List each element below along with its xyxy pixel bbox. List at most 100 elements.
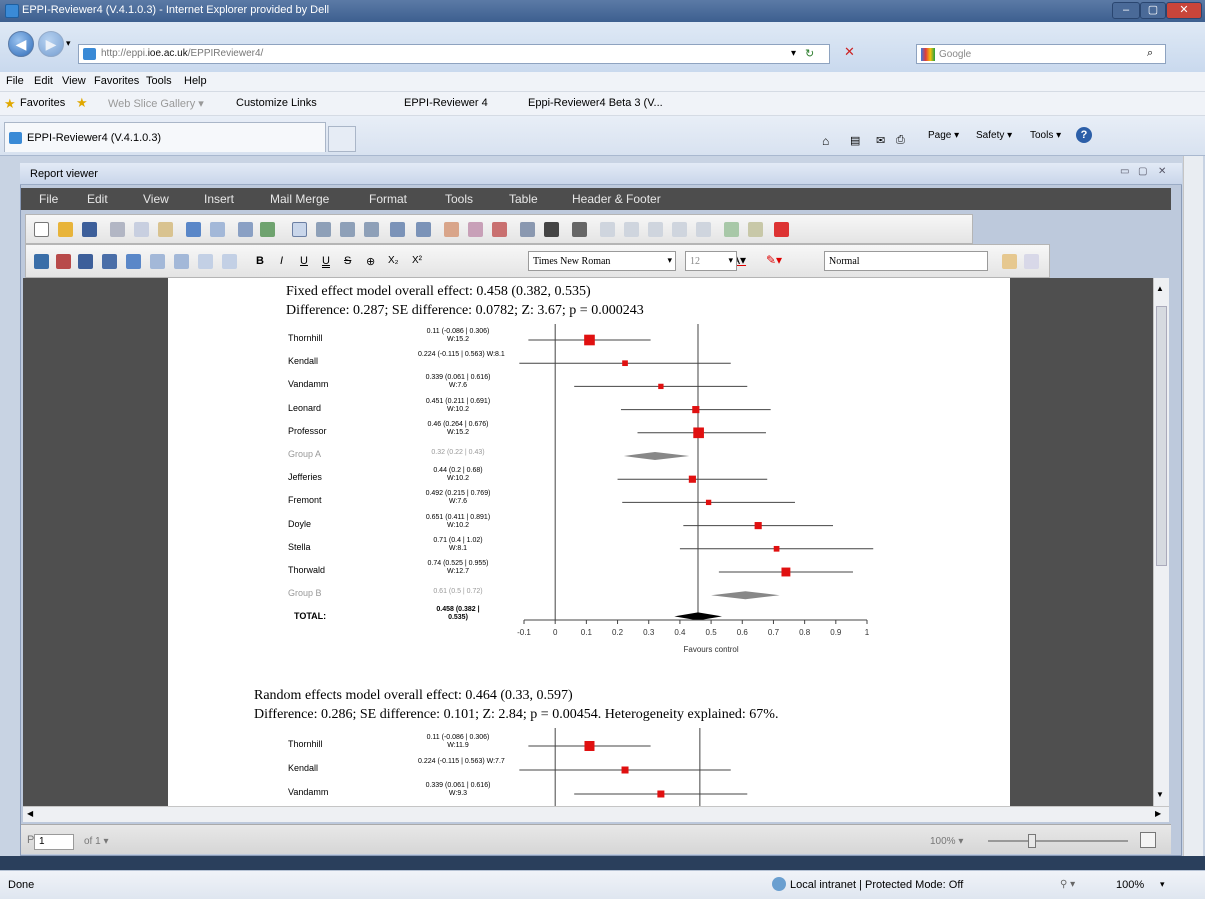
rv-menu-tools[interactable]: Tools (445, 192, 473, 206)
scroll-left-icon[interactable]: ◀ (27, 809, 33, 818)
rv-menu-view[interactable]: View (143, 192, 169, 206)
status-zoom[interactable]: 100% (1116, 879, 1144, 891)
rv-minimize-icon[interactable]: ▭ (1120, 166, 1129, 177)
vertical-scroll-thumb[interactable] (1156, 306, 1167, 566)
close-button[interactable]: ✕ (1166, 2, 1202, 19)
print-icon[interactable]: ⎙ (896, 134, 905, 147)
history-dropdown-icon[interactable]: ▾ (66, 38, 71, 49)
protected-mode-icon[interactable]: ⚲ ▾ (1060, 879, 1075, 890)
find-icon[interactable] (260, 222, 275, 237)
spelling-icon[interactable] (34, 254, 49, 269)
copy-icon[interactable] (134, 222, 149, 237)
size-dropdown-icon[interactable]: ▾ (728, 255, 733, 266)
scroll-up-icon[interactable]: ▲ (1156, 284, 1164, 293)
numbering-icon[interactable] (444, 222, 459, 237)
redo-icon[interactable] (210, 222, 225, 237)
rv-menu-format[interactable]: Format (369, 192, 407, 206)
columns-icon[interactable] (572, 222, 587, 237)
stop-icon[interactable]: ✕ (844, 44, 855, 60)
favorites-button[interactable]: Favorites (20, 97, 65, 109)
indent-increase-icon[interactable] (416, 222, 431, 237)
fav-eppi-beta[interactable]: Eppi-Reviewer4 Beta 3 (V... (528, 97, 663, 109)
scroll-right-icon[interactable]: ▶ (1155, 809, 1161, 818)
table-insert-icon[interactable] (600, 222, 615, 237)
footer-icon[interactable] (174, 254, 189, 269)
strikethrough-icon[interactable]: S (344, 255, 351, 267)
browser-tab[interactable]: EPPI-Reviewer4 (V.4.1.0.3) (4, 122, 326, 152)
align-right-icon[interactable] (340, 222, 355, 237)
zoom-dropdown-icon[interactable]: ▾ (1160, 879, 1165, 890)
align-center-icon[interactable] (316, 222, 331, 237)
italic-icon[interactable]: I (280, 255, 283, 267)
double-strike-icon[interactable]: ⊕ (366, 255, 375, 268)
forward-icon[interactable]: ▶ (38, 31, 64, 57)
style-select[interactable]: Normal (824, 251, 988, 271)
double-underline-icon[interactable]: U (322, 255, 330, 267)
fav-customize-links[interactable]: Customize Links (236, 97, 317, 109)
tools-menu[interactable]: Tools ▾ (1030, 130, 1061, 141)
bold-icon[interactable]: B (256, 255, 264, 267)
zoom-slider[interactable] (984, 834, 1134, 848)
superscript-icon[interactable]: X² (412, 255, 422, 266)
page-number-icon[interactable] (222, 254, 237, 269)
zoom-slider-thumb[interactable] (1028, 834, 1036, 848)
menu-tools[interactable]: Tools (146, 75, 172, 87)
rv-menu-file[interactable]: File (39, 192, 58, 206)
underline-icon[interactable]: U (300, 255, 308, 267)
rv-menu-mail-merge[interactable]: Mail Merge (270, 192, 329, 206)
document-vertical-scrollbar[interactable]: ▲ ▼ (1153, 278, 1169, 806)
justify-icon[interactable] (364, 222, 379, 237)
page-number-input[interactable]: 1 (34, 834, 74, 850)
add-favorite-icon[interactable]: ★ (76, 95, 88, 111)
table-col-icon[interactable] (648, 222, 663, 237)
bookmark-icon[interactable] (748, 222, 763, 237)
rv-menu-edit[interactable]: Edit (87, 192, 108, 206)
style-icon[interactable] (1002, 254, 1017, 269)
back-icon[interactable]: ◀ (8, 31, 34, 57)
scroll-down-icon[interactable]: ▼ (1156, 790, 1164, 799)
font-dropdown-icon[interactable]: ▾ (667, 255, 672, 266)
field-icon[interactable] (198, 254, 213, 269)
font-size-select[interactable]: 12 ▾ (685, 251, 737, 271)
fav-eppi-reviewer-4[interactable]: EPPI-Reviewer 4 (404, 97, 488, 109)
indent-decrease-icon[interactable] (390, 222, 405, 237)
mail-icon[interactable]: ✉ (876, 134, 885, 147)
menu-edit[interactable]: Edit (34, 75, 53, 87)
document-page[interactable]: Fixed effect model overall effect: 0.458… (168, 278, 1010, 806)
paragraph-format-icon[interactable] (520, 222, 535, 237)
page-count[interactable]: of 1 ▾ (84, 836, 108, 847)
minimize-button[interactable]: – (1112, 2, 1140, 19)
save-icon[interactable] (82, 222, 97, 237)
menu-help[interactable]: Help (184, 75, 207, 87)
refresh-icon[interactable]: ↻ (805, 47, 814, 60)
menu-file[interactable]: File (6, 75, 24, 87)
paste-icon[interactable] (158, 222, 173, 237)
address-dropdown-icon[interactable]: ▾ (791, 48, 796, 59)
safety-menu[interactable]: Safety ▾ (976, 130, 1012, 141)
help-icon[interactable]: ? (1076, 127, 1092, 143)
symbol-icon[interactable] (78, 254, 93, 269)
table-icon[interactable] (126, 254, 141, 269)
address-bar[interactable]: http://eppi.ioe.ac.uk/EPPIReviewer4/ ▾ ↻ (78, 44, 830, 64)
multilevel-list-icon[interactable] (492, 222, 507, 237)
image-icon[interactable] (102, 254, 117, 269)
rv-close-icon[interactable]: ✕ (1158, 166, 1166, 177)
maximize-button[interactable]: ▢ (1140, 2, 1166, 19)
browser-scrollbar[interactable] (1183, 156, 1203, 870)
menu-view[interactable]: View (62, 75, 86, 87)
rv-maximize-icon[interactable]: ▢ (1138, 166, 1147, 177)
menu-favorites[interactable]: Favorites (94, 75, 139, 87)
spellcheck-icon[interactable] (238, 222, 253, 237)
page-menu[interactable]: Page ▾ (928, 130, 959, 141)
fit-page-icon[interactable] (1140, 832, 1156, 848)
zoom-select[interactable]: 100% ▾ (930, 836, 963, 847)
exit-icon[interactable] (774, 222, 789, 237)
bullets-icon[interactable] (468, 222, 483, 237)
rv-menu-table[interactable]: Table (509, 192, 538, 206)
align-left-icon[interactable] (292, 222, 307, 237)
rv-menu-header-footer[interactable]: Header & Footer (572, 192, 661, 206)
search-icon[interactable]: ⌕ (1147, 47, 1153, 60)
home-icon[interactable]: ⌂ (822, 134, 829, 148)
highlight-icon[interactable]: ✎▾ (766, 253, 782, 267)
table-merge-icon[interactable] (696, 222, 711, 237)
